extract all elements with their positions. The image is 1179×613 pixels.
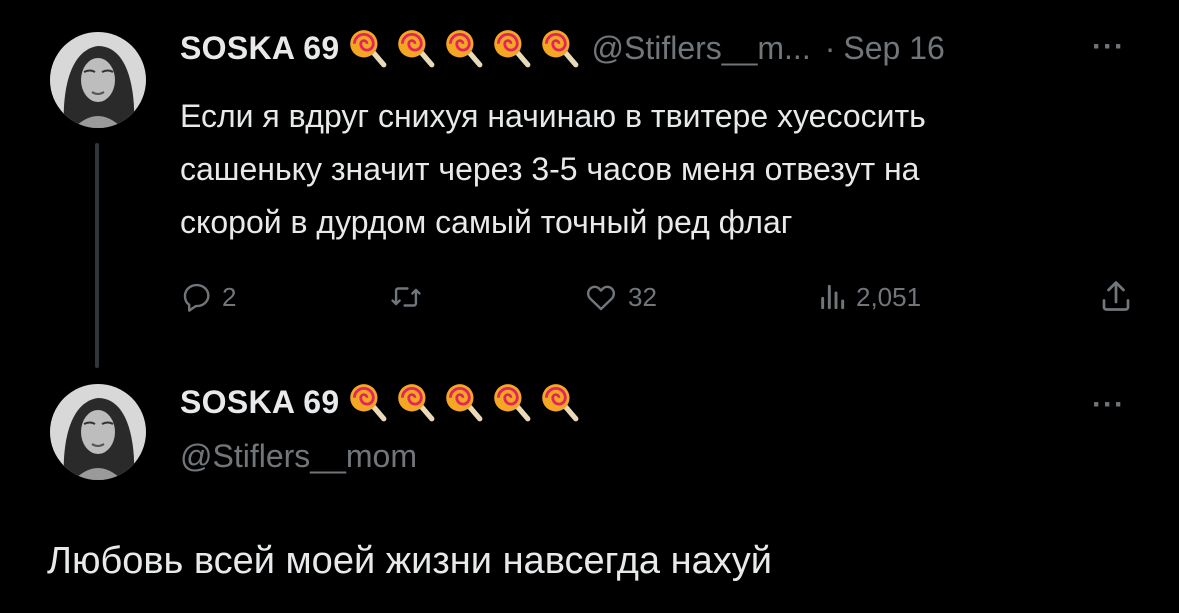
lollipop-icon	[349, 30, 386, 68]
retweet-button[interactable]	[388, 280, 432, 314]
tweet-text-line: Если я вдруг снихуя начинаю в твитере ху…	[180, 98, 926, 134]
display-name[interactable]: SOSKA 69	[180, 30, 340, 67]
user-handle[interactable]: @Stiflers__mom	[180, 438, 417, 475]
avatar[interactable]	[50, 32, 146, 128]
display-name[interactable]: SOSKA 69	[180, 384, 340, 421]
emoji-row	[346, 381, 580, 423]
views-count: 2,051	[856, 281, 922, 312]
views-icon	[821, 284, 845, 310]
tweet-header: SOSKA 69	[180, 380, 580, 424]
lollipop-icon	[445, 384, 482, 422]
lollipop-icon	[493, 384, 530, 422]
emoji-row	[346, 27, 580, 69]
lollipop-icon	[445, 30, 482, 68]
lollipop-icon	[541, 30, 578, 68]
more-options-button[interactable]: ···	[1092, 388, 1125, 422]
more-options-button[interactable]: ···	[1092, 30, 1125, 64]
tweet-actions: 2 32 2,051	[180, 278, 1140, 318]
lollipop-icon	[397, 30, 434, 68]
tweet-header: SOSKA 69 @Stiflers__m... · Sep 16	[180, 26, 945, 70]
reply-button[interactable]: 2	[180, 280, 236, 314]
share-button[interactable]	[1098, 278, 1134, 314]
heart-icon	[586, 285, 616, 311]
tweet-date[interactable]: Sep 16	[843, 30, 944, 67]
thread-line	[95, 143, 99, 368]
avatar[interactable]	[50, 384, 146, 480]
retweet-icon	[391, 287, 421, 307]
lollipop-icon	[541, 384, 578, 422]
user-handle[interactable]: @Stiflers__m...	[592, 30, 811, 67]
tweet-text-line: скорой в дурдом самый точный ред флаг	[180, 204, 793, 240]
separator-dot: ·	[824, 29, 836, 66]
share-icon	[1102, 281, 1130, 311]
like-button[interactable]: 32	[582, 280, 657, 314]
tweet-text: Если я вдруг снихуя начинаю в твитере ху…	[180, 90, 1140, 249]
lollipop-icon	[349, 384, 386, 422]
lollipop-icon	[397, 384, 434, 422]
reply-icon	[183, 283, 210, 312]
lollipop-icon	[493, 30, 530, 68]
reply-count: 2	[222, 281, 237, 312]
tweet-text-line: сашеньку значит через 3-5 часов меня отв…	[180, 151, 920, 187]
tweet-text: Любовь всей моей жизни навсегда нахуй	[47, 540, 772, 582]
like-count: 32	[628, 281, 657, 312]
views-button[interactable]: 2,051	[816, 280, 921, 314]
